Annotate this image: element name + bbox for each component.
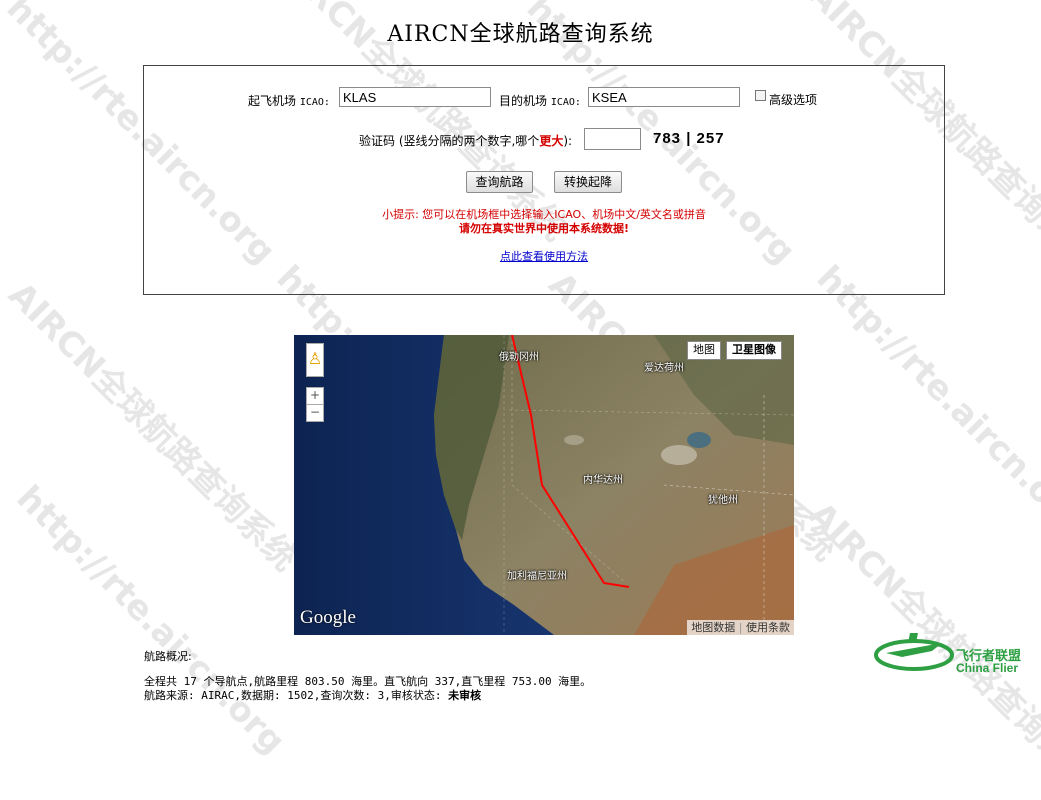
watermark: AIRCN全球航路查询系统 [0,274,306,580]
captcha-label: 验证码 (竖线分隔的两个数字,哪个更大): [359,134,573,148]
zoom-out-button[interactable]: − [306,404,324,422]
map-footer: 地图数据 | 使用条款 [687,620,794,635]
help-link[interactable]: 点此查看使用方法 [500,250,588,263]
china-flier-logo: 飞行者联盟 China Flier [872,625,1038,695]
google-logo: Google [300,607,356,628]
map-label-oregon: 俄勒冈州 [499,352,539,363]
map-type-map-button[interactable]: 地图 [687,341,721,360]
zoom-in-button[interactable]: + [306,387,324,405]
terms-of-use-link[interactable]: 使用条款 [746,621,790,634]
help-link-wrap: 点此查看使用方法 [144,248,944,264]
departure-input[interactable]: KLAS [339,87,491,107]
warning-text: 请勿在真实世界中使用本系统数据! [458,222,629,235]
map-label-utah: 犹他州 [708,495,738,506]
map-data-link[interactable]: 地图数据 [691,621,735,634]
map-label-idaho: 爱达荷州 [644,363,684,374]
map-type-satellite-button[interactable]: 卫星图像 [726,341,782,360]
route-summary-heading: 航路概况: [144,650,192,663]
pegman-icon[interactable]: ♙ [306,343,324,377]
watermark: http://rte.aircn.org [808,258,1041,542]
swap-airports-button[interactable]: 转换起降 [554,171,622,193]
route-map[interactable]: ♙ + − 地图 卫星图像 俄勒冈州 爱达荷州 内华达州 犹他州 加利福尼亚州 … [294,335,794,635]
map-label-nevada: 内华达州 [583,475,623,486]
arrival-label: 目的机场 ICAO: [499,94,581,108]
advanced-options-label[interactable]: 高级选项 [769,91,817,108]
advanced-options-checkbox[interactable] [755,90,766,101]
arrival-input[interactable]: KSEA [588,87,740,107]
search-route-button[interactable]: 查询航路 [466,171,533,193]
review-status: 未审核 [448,689,482,702]
route-line [511,335,630,588]
captcha-image: 783 | 257 [653,130,725,147]
search-form: 起飞机场 ICAO: KLAS 目的机场 ICAO: KSEA 高级选项 验证码… [143,65,945,295]
departure-label: 起飞机场 ICAO: [248,94,330,108]
map-label-california: 加利福尼亚州 [507,571,567,582]
watermark: http://rte.aircn.org [8,478,293,762]
captcha-input[interactable] [584,128,641,150]
brand-name-en: China Flier [956,661,1019,675]
page-title: AIRCN全球航路查询系统 [387,22,654,47]
